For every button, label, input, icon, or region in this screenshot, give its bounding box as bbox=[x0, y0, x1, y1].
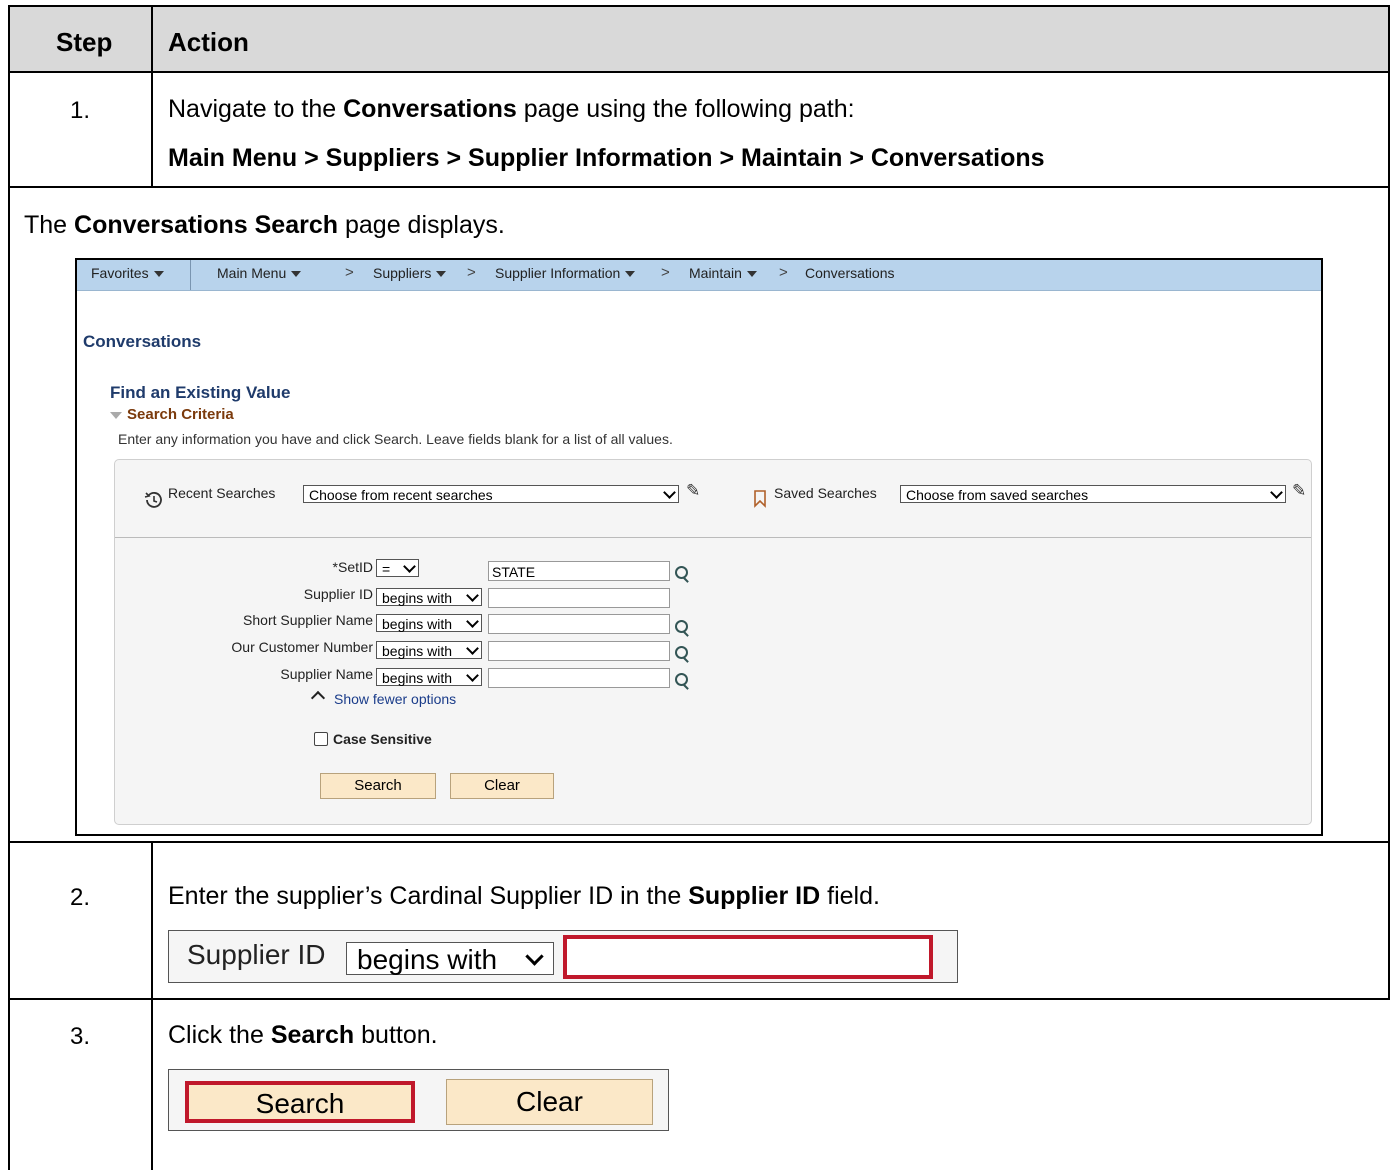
chevron-down-icon bbox=[466, 669, 479, 682]
search-lookup-icon[interactable] bbox=[675, 673, 688, 686]
table-header: Step Action bbox=[8, 5, 1390, 72]
supplier-id-input-highlight[interactable] bbox=[563, 935, 933, 979]
edit-recent-icon[interactable]: ✎ bbox=[686, 481, 700, 501]
recent-searches-label: Recent Searches bbox=[168, 485, 276, 501]
chevron-down-icon bbox=[466, 615, 479, 628]
step-text: Navigate to the Conversations page using… bbox=[168, 95, 855, 123]
edit-saved-icon[interactable]: ✎ bbox=[1292, 481, 1306, 501]
show-fewer-options-link[interactable]: Show fewer options bbox=[334, 691, 456, 707]
chevron-down-icon bbox=[466, 642, 479, 655]
page-title: Conversations bbox=[83, 332, 202, 351]
supplier-id-label: Supplier ID bbox=[303, 586, 373, 602]
nav-favorites[interactable]: Favorites bbox=[91, 265, 164, 281]
chevron-down-icon bbox=[663, 486, 676, 499]
note-text: The Conversations Search page displays. bbox=[24, 211, 505, 239]
navigation-path: Main Menu > Suppliers > Supplier Informa… bbox=[168, 144, 1045, 172]
search-criteria-toggle[interactable]: Search Criteria bbox=[110, 406, 234, 423]
recent-searches-select[interactable]: Choose from recent searches bbox=[303, 485, 679, 503]
supplier-id-operator[interactable]: begins with bbox=[346, 942, 554, 975]
our-customer-number-label: Our Customer Number bbox=[231, 639, 373, 655]
nav-conversations[interactable]: Conversations bbox=[805, 265, 895, 281]
supplier-name-input[interactable] bbox=[488, 668, 670, 688]
history-icon bbox=[144, 492, 162, 508]
supplier-id-label: Supplier ID bbox=[187, 939, 326, 970]
chevron-right-icon: > bbox=[661, 264, 670, 281]
search-panel: Recent Searches Choose from recent searc… bbox=[114, 459, 1312, 825]
supplier-name-label: Supplier Name bbox=[280, 666, 373, 682]
nav-main-menu[interactable]: Main Menu bbox=[217, 265, 302, 281]
bookmark-icon bbox=[754, 490, 766, 508]
triangle-down-icon bbox=[110, 411, 122, 419]
search-lookup-icon[interactable] bbox=[675, 620, 688, 633]
our-customer-number-input[interactable] bbox=[488, 641, 670, 661]
step-number: 1. bbox=[69, 97, 90, 124]
step-text: Enter the supplier’s Cardinal Supplier I… bbox=[168, 882, 880, 910]
step-number: 3. bbox=[69, 1023, 90, 1050]
nav-maintain[interactable]: Maintain bbox=[689, 265, 757, 281]
chevron-down-icon bbox=[1270, 486, 1283, 499]
supplier-id-operator[interactable]: begins with bbox=[376, 588, 482, 606]
instructions-text: Enter any information you have and click… bbox=[118, 431, 673, 447]
nav-supplier-information[interactable]: Supplier Information bbox=[495, 265, 636, 281]
setid-operator[interactable]: = bbox=[376, 559, 419, 577]
search-lookup-icon[interactable] bbox=[675, 566, 688, 579]
chevron-right-icon: > bbox=[779, 264, 788, 281]
search-button-highlight[interactable]: Search bbox=[185, 1081, 415, 1123]
our-customer-number-operator[interactable]: begins with bbox=[376, 641, 482, 659]
case-sensitive-checkbox[interactable] bbox=[314, 732, 328, 746]
short-supplier-name-input[interactable] bbox=[488, 614, 670, 634]
chevron-up-icon bbox=[310, 690, 326, 706]
conversations-search-screenshot: Favorites Main Menu > Suppliers > Suppli… bbox=[75, 258, 1323, 836]
saved-searches-label: Saved Searches bbox=[774, 485, 877, 501]
short-supplier-name-operator[interactable]: begins with bbox=[376, 614, 482, 632]
nav-suppliers[interactable]: Suppliers bbox=[373, 265, 447, 281]
supplier-name-operator[interactable]: begins with bbox=[376, 668, 482, 686]
find-existing-value-title: Find an Existing Value bbox=[110, 383, 291, 402]
chevron-right-icon: > bbox=[467, 264, 476, 281]
step-text: Click the Search button. bbox=[168, 1021, 438, 1049]
search-buttons-snippet: Search Clear bbox=[168, 1069, 669, 1131]
chevron-down-icon bbox=[466, 589, 479, 602]
search-lookup-icon[interactable] bbox=[675, 646, 688, 659]
chevron-right-icon: > bbox=[345, 264, 354, 281]
setid-input[interactable]: STATE bbox=[488, 561, 670, 581]
chevron-down-icon bbox=[403, 560, 416, 573]
setid-label: *SetID bbox=[332, 559, 373, 575]
short-supplier-name-label: Short Supplier Name bbox=[243, 612, 373, 628]
procedure-table: Step Action 1. Navigate to the Conversat… bbox=[8, 5, 1390, 1170]
supplier-id-input[interactable] bbox=[488, 588, 670, 608]
search-button[interactable]: Search bbox=[320, 773, 436, 799]
chevron-down-icon bbox=[525, 947, 544, 966]
clear-button[interactable]: Clear bbox=[450, 773, 554, 799]
nav-bar: Favorites Main Menu > Suppliers > Suppli… bbox=[77, 260, 1321, 291]
supplier-id-snippet: Supplier ID begins with bbox=[168, 930, 958, 983]
header-action: Action bbox=[168, 27, 249, 57]
saved-searches-select[interactable]: Choose from saved searches bbox=[900, 485, 1286, 503]
clear-button[interactable]: Clear bbox=[446, 1079, 653, 1125]
case-sensitive-label: Case Sensitive bbox=[333, 731, 432, 747]
step-number: 2. bbox=[69, 884, 90, 911]
header-step: Step bbox=[56, 27, 113, 57]
